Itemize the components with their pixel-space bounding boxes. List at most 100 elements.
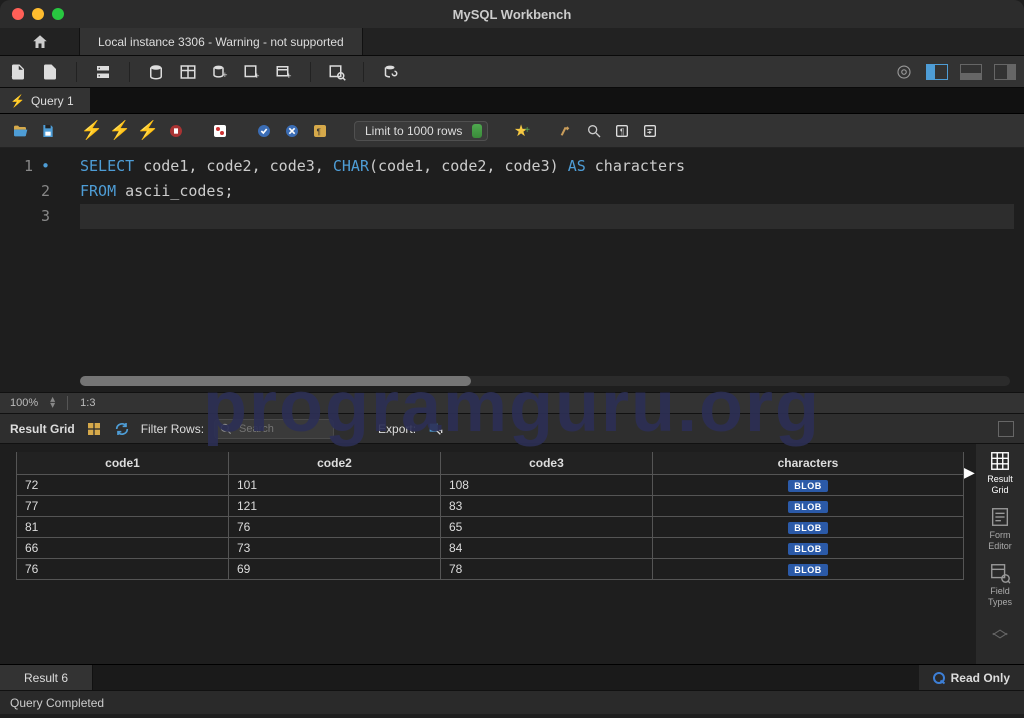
svg-text:+: +: [222, 70, 227, 80]
toggle-autocommit-button[interactable]: [210, 121, 230, 141]
new-sql-tab-button[interactable]: +: [8, 62, 28, 82]
add-table-icon[interactable]: +: [242, 62, 262, 82]
stop-button[interactable]: [166, 121, 186, 141]
line-number: 2: [0, 179, 50, 204]
execute-button[interactable]: ⚡: [82, 121, 102, 141]
table-row[interactable]: 76 69 78 BLOB: [17, 559, 964, 580]
add-schema-icon[interactable]: +: [210, 62, 230, 82]
main-toolbar: + + + +: [0, 56, 1024, 88]
close-window-button[interactable]: [12, 8, 24, 20]
column-header[interactable]: code3: [440, 452, 652, 475]
blob-badge: BLOB: [788, 501, 828, 513]
favorite-button[interactable]: ★+: [512, 121, 532, 141]
connection-tabstrip: Local instance 3306 - Warning - not supp…: [0, 28, 1024, 56]
export-button[interactable]: [426, 420, 444, 438]
expand-side-arrow[interactable]: ▶: [964, 444, 976, 664]
zoom-level[interactable]: 100%: [10, 397, 38, 409]
zoom-window-button[interactable]: [52, 8, 64, 20]
side-result-grid[interactable]: Result Grid: [987, 450, 1013, 496]
column-header[interactable]: characters: [652, 452, 963, 475]
blob-badge: BLOB: [788, 480, 828, 492]
blob-badge: BLOB: [788, 543, 828, 555]
svg-text:¶: ¶: [620, 127, 624, 136]
read-only-indicator: Read Only: [919, 665, 1024, 690]
schema-inspector-icon[interactable]: [146, 62, 166, 82]
filter-rows-label: Filter Rows:: [141, 422, 204, 436]
search-icon: [219, 422, 233, 436]
row-limit-select[interactable]: Limit to 1000 rows: [354, 121, 488, 141]
cursor-position: 1:3: [80, 397, 95, 409]
rollback-button[interactable]: [282, 121, 302, 141]
execute-current-button[interactable]: ⚡: [110, 121, 130, 141]
export-label: Export:: [378, 422, 416, 436]
column-header[interactable]: code1: [17, 452, 229, 475]
side-field-types[interactable]: Field Types: [988, 562, 1012, 608]
result-grid[interactable]: code1 code2 code3 characters 72 101 108 …: [16, 452, 964, 580]
sql-editor[interactable]: 1 2 3 SELECT code1, code2, code3, CHAR(c…: [0, 148, 1024, 392]
panel-toggle-right[interactable]: [994, 64, 1016, 80]
traffic-lights: [0, 8, 64, 20]
toggle-invisible-button[interactable]: ¶: [612, 121, 632, 141]
reconnect-icon[interactable]: [380, 62, 400, 82]
open-file-button[interactable]: [10, 121, 30, 141]
query-toolbar: ⚡ ⚡ ⚡ ¶ Limit to 1000 rows ★+ ¶: [0, 114, 1024, 148]
table-tool-icon[interactable]: [178, 62, 198, 82]
toggle-whitespace-button[interactable]: ¶: [310, 121, 330, 141]
blob-badge: BLOB: [788, 564, 828, 576]
refresh-icon[interactable]: [113, 420, 131, 438]
connection-tab-label: Local instance 3306 - Warning - not supp…: [98, 35, 344, 49]
panel-toggle-left[interactable]: [926, 64, 948, 80]
commit-button[interactable]: [254, 121, 274, 141]
wrap-cells-toggle[interactable]: [998, 421, 1014, 437]
result-toolbar: Result Grid Filter Rows: Export:: [0, 414, 1024, 444]
window-title: MySQL Workbench: [0, 7, 1024, 22]
grid-view-icon[interactable]: [85, 420, 103, 438]
result-area: code1 code2 code3 characters 72 101 108 …: [0, 444, 1024, 664]
readonly-icon: [933, 672, 945, 684]
wrap-button[interactable]: [640, 121, 660, 141]
home-tab[interactable]: [0, 28, 80, 55]
svg-text:+: +: [254, 70, 259, 80]
svg-text:¶: ¶: [317, 127, 321, 136]
result-tab-label: Result 6: [24, 671, 68, 685]
zoom-stepper-icon[interactable]: ▴▾: [50, 397, 55, 409]
server-admin-icon[interactable]: [93, 62, 113, 82]
query-tab-label: Query 1: [31, 94, 74, 108]
editor-status-bar: 100% ▴▾ 1:3: [0, 392, 1024, 414]
result-tab[interactable]: Result 6: [0, 665, 93, 690]
svg-text:+: +: [11, 72, 16, 81]
open-sql-file-button[interactable]: [40, 62, 60, 82]
table-header-row: code1 code2 code3 characters: [17, 452, 964, 475]
query-tabstrip: ⚡ Query 1: [0, 88, 1024, 114]
editor-horizontal-scrollbar[interactable]: [80, 376, 1010, 386]
find-button[interactable]: [584, 121, 604, 141]
panel-toggle-bottom[interactable]: [960, 64, 982, 80]
beautify-button[interactable]: [556, 121, 576, 141]
svg-text:+: +: [286, 70, 291, 80]
explain-button[interactable]: ⚡: [138, 121, 158, 141]
table-row[interactable]: 66 73 84 BLOB: [17, 538, 964, 559]
read-only-label: Read Only: [951, 671, 1010, 685]
table-row[interactable]: 81 76 65 BLOB: [17, 517, 964, 538]
table-row[interactable]: 72 101 108 BLOB: [17, 475, 964, 496]
status-bar: Query Completed: [0, 690, 1024, 714]
side-scroll-chevrons[interactable]: ︿﹀: [992, 624, 1008, 648]
window-titlebar: MySQL Workbench: [0, 0, 1024, 28]
add-view-icon[interactable]: +: [274, 62, 294, 82]
settings-icon[interactable]: [894, 62, 914, 82]
home-icon: [31, 33, 49, 51]
minimize-window-button[interactable]: [32, 8, 44, 20]
result-tabstrip: Result 6 Read Only: [0, 664, 1024, 690]
status-text: Query Completed: [10, 696, 104, 710]
blob-badge: BLOB: [788, 522, 828, 534]
line-number: 3: [0, 204, 50, 229]
table-row[interactable]: 77 121 83 BLOB: [17, 496, 964, 517]
bolt-icon: ⚡: [10, 94, 25, 108]
column-header[interactable]: code2: [228, 452, 440, 475]
search-table-data-icon[interactable]: [327, 62, 347, 82]
connection-tab[interactable]: Local instance 3306 - Warning - not supp…: [80, 28, 363, 55]
save-file-button[interactable]: [38, 121, 58, 141]
query-tab[interactable]: ⚡ Query 1: [0, 88, 91, 113]
code-area[interactable]: SELECT code1, code2, code3, CHAR(code1, …: [60, 148, 1024, 392]
side-form-editor[interactable]: Form Editor: [988, 506, 1012, 552]
